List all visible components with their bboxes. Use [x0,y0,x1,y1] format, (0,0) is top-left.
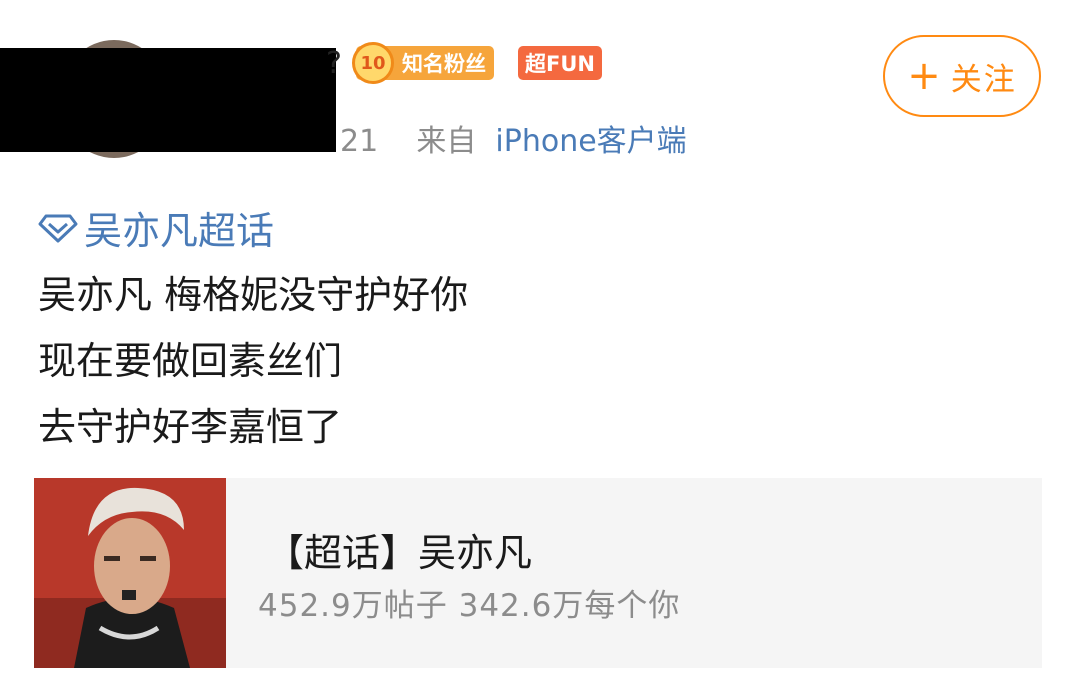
supertopic-card[interactable]: 【超话】吴亦凡 452.9万帖子 342.6万每个你 [34,478,1042,668]
diamond-icon [38,214,78,242]
follow-label: 关注 [950,61,1017,98]
fan-level-number: 10 [352,42,394,84]
source-link[interactable]: iPhone客户端 [495,124,686,159]
card-stats: 452.9万帖子 342.6万每个你 [258,588,681,624]
post-line: 去守护好李嘉恒了 [38,405,343,449]
post-line: 吴亦凡 梅格妮没守护好你 [38,273,469,317]
post-meta: 21 来自 iPhone客户端 [340,116,687,160]
fan-level-label: 知名粉丝 [402,52,486,76]
redaction-block [0,48,336,152]
post-body: 吴亦凡 梅格妮没守护好你 现在要做回素丝们 去守护好李嘉恒了 [38,262,468,460]
card-title: 【超话】吴亦凡 [266,531,533,575]
fan-level-badge[interactable]: 10 知名粉丝 [352,42,494,84]
topic-label: 吴亦凡超话 [84,209,275,253]
plus-icon: + [907,53,943,99]
topic-link[interactable]: 吴亦凡超话 [38,200,274,255]
username[interactable]: ? [326,46,342,81]
post-time: 21 [340,124,379,159]
source-prefix: 来自 [416,124,477,159]
super-fun-badge[interactable]: 超FUN [518,46,602,80]
follow-button[interactable]: + 关注 [883,35,1041,117]
card-thumbnail [34,478,226,668]
post-line: 现在要做回素丝们 [38,339,343,383]
